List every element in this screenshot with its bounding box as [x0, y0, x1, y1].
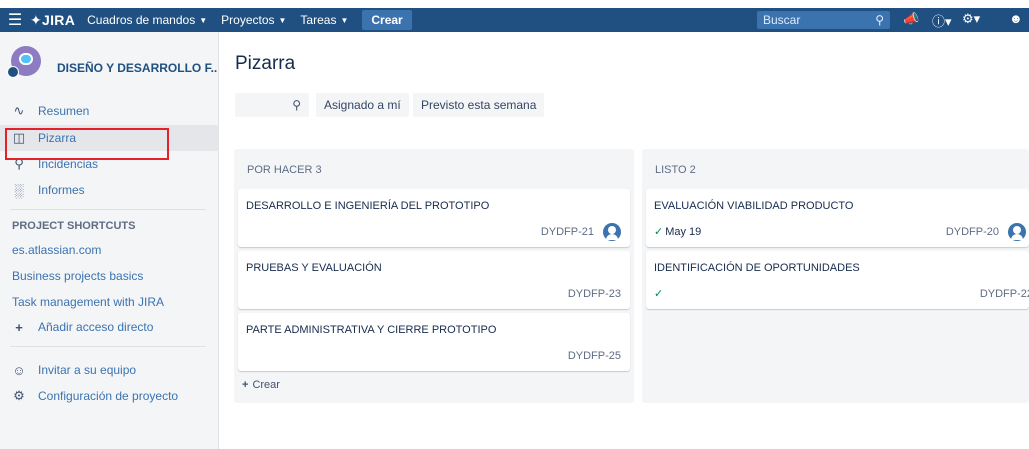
plus-icon: + — [15, 319, 23, 335]
board-search-input[interactable]: ⚲ — [235, 93, 309, 117]
assignee-avatar-icon[interactable] — [1008, 223, 1026, 241]
issue-key[interactable]: DYDFP-23 — [568, 288, 621, 300]
column-header: LISTO 2 — [655, 164, 696, 176]
sidebar-divider — [10, 346, 206, 347]
project-name[interactable]: DISEÑO Y DESARROLLO F.. — [57, 61, 217, 75]
project-settings-label: Configuración de proyecto — [38, 389, 179, 403]
logo-text: JIRA — [42, 11, 76, 28]
issue-summary: EVALUACIÓN VIABILIDAD PRODUCTO — [654, 200, 854, 212]
plus-icon: + — [242, 379, 249, 391]
reports-chart-icon: ░ — [14, 182, 24, 198]
create-button[interactable]: Crear — [362, 10, 412, 30]
settings-gear-icon: ⚙ — [13, 388, 25, 403]
project-settings-button[interactable]: ⚙ Configuración de proyecto — [0, 383, 219, 409]
board-column-done: LISTO 2 EVALUACIÓN VIABILIDAD PRODUCTO ✓… — [642, 149, 1029, 403]
nav-projects[interactable]: Proyectos ▼ — [221, 13, 286, 27]
checkmark-icon: ✓ — [654, 288, 664, 300]
search-icon: ⚲ — [875, 13, 884, 27]
settings-gear-icon[interactable]: ⚙▾ — [962, 11, 980, 27]
issue-key[interactable]: DYDFP-25 — [568, 350, 621, 362]
chevron-down-icon: ▼ — [340, 15, 349, 25]
sidebar-item-summary[interactable]: ∿ Resumen — [0, 98, 219, 124]
column-header: POR HACER 3 — [247, 164, 322, 176]
issue-summary: PRUEBAS Y EVALUACIÓN — [246, 262, 382, 274]
help-icon[interactable]: ⓘ▾ — [932, 11, 952, 30]
search-placeholder: Buscar — [763, 13, 801, 27]
issue-card[interactable]: PARTE ADMINISTRATIVA Y CIERRE PROTOTIPO … — [238, 313, 630, 371]
add-shortcut-label: Añadir acceso directo — [38, 320, 154, 334]
issue-card[interactable]: PRUEBAS Y EVALUACIÓN DYDFP-23 — [238, 251, 630, 309]
shortcuts-heading: PROJECT SHORTCUTS — [12, 220, 136, 232]
board-column-todo: POR HACER 3 DESARROLLO E INGENIERÍA DEL … — [234, 149, 634, 403]
invite-team-button[interactable]: ☺ Invitar a su equipo — [0, 357, 219, 383]
nav-issues-label: Tareas — [300, 13, 337, 27]
issue-key[interactable]: DYDFP-22 — [980, 288, 1029, 300]
sidebar-divider — [10, 209, 206, 210]
filter-assigned-to-me[interactable]: Asignado a mí — [316, 93, 409, 117]
nav-dashboards[interactable]: Cuadros de mandos ▼ — [87, 13, 207, 27]
done-indicator: ✓ May 19 — [654, 225, 701, 238]
project-avatar[interactable] — [7, 46, 41, 78]
sidebar-item-label: Informes — [38, 183, 85, 197]
hamburger-menu-icon[interactable]: ☰ — [0, 10, 30, 30]
sidebar-item-reports[interactable]: ░ Informes — [0, 177, 219, 203]
jira-logo[interactable]: ✦JIRA — [30, 12, 75, 29]
due-date: May 19 — [665, 226, 702, 238]
user-avatar-icon[interactable]: ☻ — [1009, 11, 1023, 26]
issue-key[interactable]: DYDFP-20 — [946, 226, 999, 238]
create-issue-label: Crear — [252, 379, 280, 391]
issue-card[interactable]: DESARROLLO E INGENIERÍA DEL PROTOTIPO DY… — [238, 189, 630, 247]
nav-dashboards-label: Cuadros de mandos — [87, 13, 196, 27]
issue-summary: IDENTIFICACIÓN DE OPORTUNIDADES — [654, 262, 860, 274]
search-icon: ⚲ — [292, 98, 301, 112]
shortcut-link[interactable]: Task management with JIRA — [12, 295, 164, 309]
shortcut-link[interactable]: es.atlassian.com — [12, 243, 101, 257]
add-user-icon: ☺ — [12, 362, 26, 378]
assignee-avatar-icon[interactable] — [603, 223, 621, 241]
issue-card[interactable]: EVALUACIÓN VIABILIDAD PRODUCTO ✓ May 19 D… — [646, 189, 1029, 247]
top-navigation-bar: ☰ ✦JIRA Cuadros de mandos ▼ Proyectos ▼ Ta… — [0, 8, 1029, 32]
checkmark-icon: ✓ — [654, 226, 664, 238]
filter-due-this-week[interactable]: Previsto esta semana — [413, 93, 545, 117]
chevron-down-icon: ▼ — [199, 15, 208, 25]
nav-issues[interactable]: Tareas ▼ — [300, 13, 348, 27]
issue-card[interactable]: IDENTIFICACIÓN DE OPORTUNIDADES ✓ DYDFP-… — [646, 251, 1029, 309]
project-type-badge-icon — [7, 66, 19, 78]
page-title: Pizarra — [235, 53, 296, 74]
chevron-down-icon: ▼ — [278, 15, 287, 25]
invite-label: Invitar a su equipo — [38, 363, 137, 377]
notifications-icon[interactable]: 📣 — [903, 11, 919, 27]
done-indicator: ✓ — [654, 287, 663, 300]
issue-summary: PARTE ADMINISTRATIVA Y CIERRE PROTOTIPO — [246, 324, 497, 336]
highlight-annotation-box — [5, 128, 169, 160]
robot-eye-icon — [19, 53, 33, 65]
project-sidebar: DISEÑO Y DESARROLLO F.. ∿ Resumen ◫ Piza… — [0, 32, 219, 449]
nav-projects-label: Proyectos — [221, 13, 275, 27]
issue-summary: DESARROLLO E INGENIERÍA DEL PROTOTIPO — [246, 200, 490, 212]
activity-icon: ∿ — [13, 103, 25, 118]
add-shortcut-button[interactable]: + Añadir acceso directo — [0, 314, 219, 340]
sidebar-item-label: Resumen — [38, 104, 90, 118]
create-issue-button[interactable]: + Crear — [242, 379, 280, 391]
issue-key[interactable]: DYDFP-21 — [541, 226, 594, 238]
search-input[interactable]: Buscar ⚲ — [757, 11, 890, 29]
shortcut-link[interactable]: Business projects basics — [12, 269, 143, 283]
